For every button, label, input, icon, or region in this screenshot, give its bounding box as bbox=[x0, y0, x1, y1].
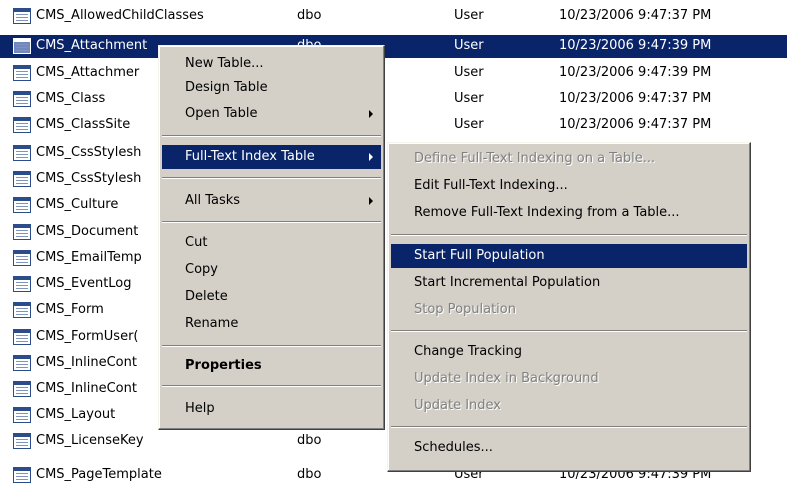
table-name: CMS_Attachmer bbox=[36, 65, 140, 80]
table-owner: dbo bbox=[297, 467, 322, 482]
menu-separator bbox=[391, 234, 747, 236]
table-row-selected[interactable]: CMS_Attachment dbo User 10/23/2006 9:47:… bbox=[0, 35, 787, 58]
table-name: CMS_EmailTemp bbox=[36, 250, 142, 265]
table-icon bbox=[13, 38, 31, 54]
menu-item-help[interactable]: Help bbox=[162, 397, 381, 421]
table-created: 10/23/2006 9:47:37 PM bbox=[559, 117, 712, 132]
table-icon bbox=[13, 91, 31, 107]
submenu-item-start-full-population[interactable]: Start Full Population bbox=[391, 244, 747, 268]
submenu-item-edit-full-text[interactable]: Edit Full-Text Indexing... bbox=[391, 174, 747, 198]
table-name: CMS_Class bbox=[36, 91, 106, 106]
table-name: CMS_EventLog bbox=[36, 276, 132, 291]
menu-item-new-table[interactable]: New Table... bbox=[162, 52, 381, 76]
submenu-item-update-index-background[interactable]: Update Index in Background bbox=[391, 367, 747, 391]
submenu-arrow-icon bbox=[369, 197, 373, 205]
table-name: CMS_Culture bbox=[36, 197, 119, 212]
submenu-item-stop-population[interactable]: Stop Population bbox=[391, 298, 747, 322]
table-name: CMS_InlineCont bbox=[36, 381, 137, 396]
table-icon bbox=[13, 8, 31, 24]
table-icon bbox=[13, 407, 31, 423]
menu-item-rename[interactable]: Rename bbox=[162, 312, 381, 336]
table-icon bbox=[13, 329, 31, 345]
table-name: CMS_Form bbox=[36, 302, 104, 317]
table-name: CMS_CssStylesh bbox=[36, 145, 142, 160]
table-name: CMS_Attachment bbox=[36, 38, 148, 53]
submenu-item-update-index[interactable]: Update Index bbox=[391, 394, 747, 418]
table-icon bbox=[13, 250, 31, 266]
table-icon bbox=[13, 224, 31, 240]
table-name: CMS_Layout bbox=[36, 407, 116, 422]
menu-separator bbox=[162, 135, 381, 137]
submenu-item-start-incremental-population[interactable]: Start Incremental Population bbox=[391, 271, 747, 295]
menu-item-delete[interactable]: Delete bbox=[162, 285, 381, 309]
table-type: User bbox=[454, 65, 484, 80]
table-icon bbox=[13, 117, 31, 133]
table-name: CMS_AllowedChildClasses bbox=[36, 8, 204, 23]
table-row[interactable]: CMS_ClassSite User 10/23/2006 9:47:37 PM bbox=[0, 114, 787, 137]
submenu-item-change-tracking[interactable]: Change Tracking bbox=[391, 340, 747, 364]
table-icon bbox=[13, 65, 31, 81]
table-icon bbox=[13, 381, 31, 397]
submenu-arrow-icon bbox=[369, 110, 373, 118]
context-menu: New Table... Design Table Open Table Ful… bbox=[158, 45, 385, 430]
table-name: CMS_LicenseKey bbox=[36, 433, 144, 448]
table-name: CMS_Document bbox=[36, 224, 139, 239]
table-icon bbox=[13, 467, 31, 483]
table-icon bbox=[13, 355, 31, 371]
table-row[interactable]: CMS_Attachmer User 10/23/2006 9:47:39 PM bbox=[0, 62, 787, 85]
menu-item-properties[interactable]: Properties bbox=[162, 354, 381, 378]
menu-item-cut[interactable]: Cut bbox=[162, 231, 381, 255]
menu-separator bbox=[162, 177, 381, 179]
table-type: User bbox=[454, 8, 484, 23]
menu-separator bbox=[162, 385, 381, 387]
menu-separator bbox=[391, 426, 747, 428]
full-text-submenu: Define Full-Text Indexing on a Table... … bbox=[387, 142, 751, 472]
table-row[interactable]: CMS_AllowedChildClasses dbo User 10/23/2… bbox=[0, 5, 787, 28]
table-created: 10/23/2006 9:47:37 PM bbox=[559, 8, 712, 23]
submenu-item-remove-full-text[interactable]: Remove Full-Text Indexing from a Table..… bbox=[391, 201, 747, 225]
table-name: CMS_ClassSite bbox=[36, 117, 131, 132]
table-owner: dbo bbox=[297, 8, 322, 23]
menu-item-design-table[interactable]: Design Table bbox=[162, 76, 381, 100]
submenu-arrow-icon bbox=[369, 153, 373, 161]
table-created: 10/23/2006 9:47:39 PM bbox=[559, 38, 712, 53]
table-name: CMS_CssStylesh bbox=[36, 171, 142, 186]
table-type: User bbox=[454, 91, 484, 106]
menu-item-copy[interactable]: Copy bbox=[162, 258, 381, 282]
table-icon bbox=[13, 145, 31, 161]
table-created: 10/23/2006 9:47:39 PM bbox=[559, 65, 712, 80]
table-name: CMS_PageTemplate bbox=[36, 467, 162, 482]
table-type: User bbox=[454, 38, 484, 53]
table-owner: dbo bbox=[297, 433, 322, 448]
table-type: User bbox=[454, 117, 484, 132]
table-icon bbox=[13, 171, 31, 187]
table-icon bbox=[13, 433, 31, 449]
table-icon bbox=[13, 302, 31, 318]
menu-item-full-text-index-table[interactable]: Full-Text Index Table bbox=[162, 145, 381, 169]
menu-item-open-table[interactable]: Open Table bbox=[162, 102, 381, 126]
submenu-item-define-full-text[interactable]: Define Full-Text Indexing on a Table... bbox=[391, 147, 747, 171]
table-row[interactable]: CMS_Class User 10/23/2006 9:47:37 PM bbox=[0, 88, 787, 111]
menu-item-all-tasks[interactable]: All Tasks bbox=[162, 189, 381, 213]
menu-separator bbox=[162, 221, 381, 223]
table-name: CMS_InlineCont bbox=[36, 355, 137, 370]
submenu-item-schedules[interactable]: Schedules... bbox=[391, 436, 747, 460]
table-name: CMS_FormUser( bbox=[36, 329, 139, 344]
table-icon bbox=[13, 276, 31, 292]
table-created: 10/23/2006 9:47:37 PM bbox=[559, 91, 712, 106]
table-icon bbox=[13, 197, 31, 213]
menu-separator bbox=[162, 345, 381, 347]
menu-separator bbox=[391, 330, 747, 332]
